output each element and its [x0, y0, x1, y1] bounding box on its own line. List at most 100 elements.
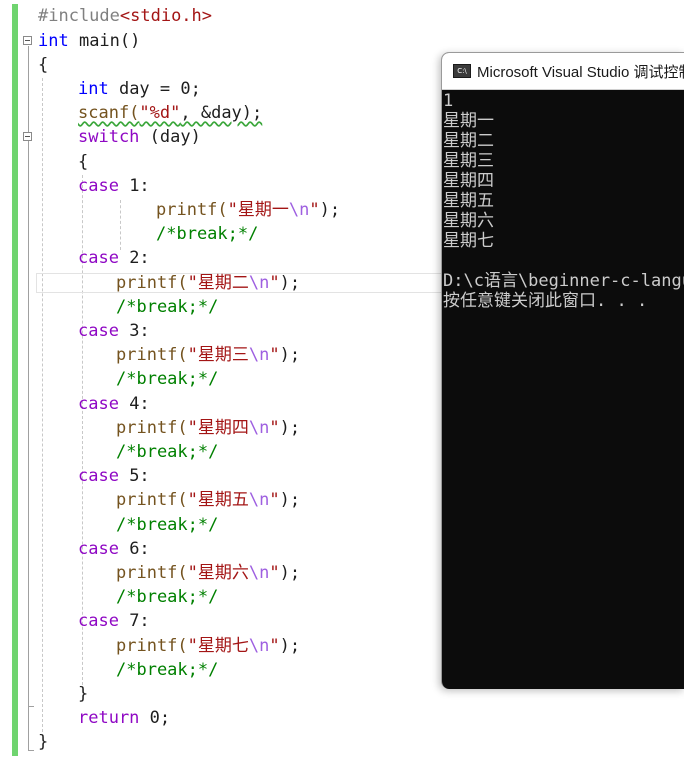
comment: /*break;*/ [116, 660, 219, 680]
escape-sequence: \n [248, 418, 270, 438]
brace: } [78, 684, 89, 704]
code-text: ); [279, 273, 301, 293]
code-line-case: case 1: [78, 174, 150, 198]
code-line-printf: printf("星期一\n"); [156, 198, 340, 222]
indent-guide [120, 200, 121, 250]
function-call: printf( [116, 563, 188, 583]
keyword: case [78, 321, 119, 341]
string-literal: "星期七 [187, 636, 249, 656]
code-line-comment: /*break;*/ [116, 367, 218, 391]
collapse-switch-icon[interactable] [23, 132, 32, 141]
console-line: 星期七 [443, 231, 494, 251]
collapse-main-icon[interactable] [23, 36, 32, 45]
console-titlebar[interactable]: C:\ Microsoft Visual Studio 调试控制台 [442, 53, 684, 90]
console-line: 星期一 [443, 111, 494, 131]
fold-end-switch [28, 706, 34, 707]
comment: /*break;*/ [116, 442, 219, 462]
keyword: case [78, 466, 119, 486]
code-line-comment: /*break;*/ [116, 585, 218, 609]
comment: /*break;*/ [156, 224, 259, 244]
code-line-case: case 7: [78, 609, 150, 633]
code-line-main: int main() [38, 29, 140, 53]
string-literal: "星期五 [187, 490, 249, 510]
code-line-printf: printf("星期三\n"); [116, 343, 300, 367]
console-line: 星期四 [443, 171, 494, 191]
code-line-printf: printf("星期二\n"); [116, 271, 300, 295]
keyword: case [78, 539, 119, 559]
function-call: printf( [116, 636, 188, 656]
code-line-case: case 2: [78, 246, 150, 270]
string-literal: "%d" [139, 103, 181, 123]
string-literal: "星期六 [187, 563, 249, 583]
code-line-comment: /*break;*/ [156, 222, 258, 246]
function-call: printf( [116, 345, 188, 365]
keyword: case [78, 176, 119, 196]
code-line-printf: printf("星期四\n"); [116, 416, 300, 440]
escape-sequence: \n [248, 273, 270, 293]
code-line-comment: /*break;*/ [116, 440, 218, 464]
code-text: day = 0; [108, 79, 201, 99]
escape-sequence: \n [288, 200, 310, 220]
escape-sequence: \n [248, 345, 270, 365]
code-text: ); [319, 200, 341, 220]
code-line-comment: /*break;*/ [116, 658, 218, 682]
string-literal: " [269, 636, 280, 656]
code-line-case: case 4: [78, 392, 150, 416]
escape-sequence: \n [248, 636, 270, 656]
code-line-scanf: scanf("%d", &day); [78, 101, 262, 125]
debug-console-window[interactable]: C:\ Microsoft Visual Studio 调试控制台 1 星期一 … [441, 52, 684, 689]
keyword: case [78, 394, 119, 414]
keyword: case [78, 611, 119, 631]
console-title: Microsoft Visual Studio 调试控制台 [477, 64, 684, 81]
code-line-comment: /*break;*/ [116, 295, 218, 319]
console-line: 星期二 [443, 131, 494, 151]
console-output: 1 星期一 星期二 星期三 星期四 星期五 星期六 星期七 D:\c语言\beg… [443, 91, 684, 689]
string-literal: "星期二 [187, 273, 249, 293]
keyword: int [78, 79, 109, 99]
code-text: 1: [118, 176, 150, 196]
code-text: ); [279, 563, 301, 583]
console-line: 星期三 [443, 151, 494, 171]
function-call: printf( [156, 200, 228, 220]
code-text: 7: [118, 611, 150, 631]
code-text: 0; [139, 708, 171, 728]
string-literal: " [269, 273, 280, 293]
code-line-brace: } [78, 682, 88, 706]
keyword: switch [78, 127, 140, 147]
comment: /*break;*/ [116, 297, 219, 317]
comment: /*break;*/ [116, 369, 219, 389]
console-line: 星期六 [443, 211, 494, 231]
string-literal: "星期三 [187, 345, 249, 365]
code-text: (day) [139, 127, 201, 147]
code-text: 5: [118, 466, 150, 486]
function-call: printf( [116, 418, 188, 438]
code-line-case: case 5: [78, 464, 150, 488]
function-call: printf( [116, 273, 188, 293]
code-line-brace: { [78, 150, 88, 174]
fold-end-main [28, 750, 34, 751]
string-literal: " [309, 200, 320, 220]
function-call: printf( [116, 490, 188, 510]
code-text: 6: [118, 539, 150, 559]
code-line-brace: { [38, 53, 48, 77]
fold-guide-main [28, 46, 29, 750]
code-line-case: case 6: [78, 537, 150, 561]
console-line: D:\c语言\beginner-c-language [443, 271, 684, 291]
function-call: scanf( [78, 103, 140, 123]
console-line: 按任意键关闭此窗口. . . [443, 291, 648, 311]
code-text: 4: [118, 394, 150, 414]
string-literal: " [269, 563, 280, 583]
comment: /*break;*/ [116, 515, 219, 535]
string-literal: "星期四 [187, 418, 249, 438]
code-text: ); [279, 345, 301, 365]
code-line-case: case 3: [78, 319, 150, 343]
string-literal: "星期一 [227, 200, 289, 220]
comment: /*break;*/ [116, 587, 219, 607]
code-text: 2: [118, 248, 150, 268]
include-header: <stdio.h> [119, 6, 213, 26]
string-literal: " [269, 345, 280, 365]
code-line-printf: printf("星期六\n"); [116, 561, 300, 585]
brace: } [38, 732, 49, 752]
console-app-icon: C:\ [453, 64, 471, 78]
code-text: ); [279, 418, 301, 438]
